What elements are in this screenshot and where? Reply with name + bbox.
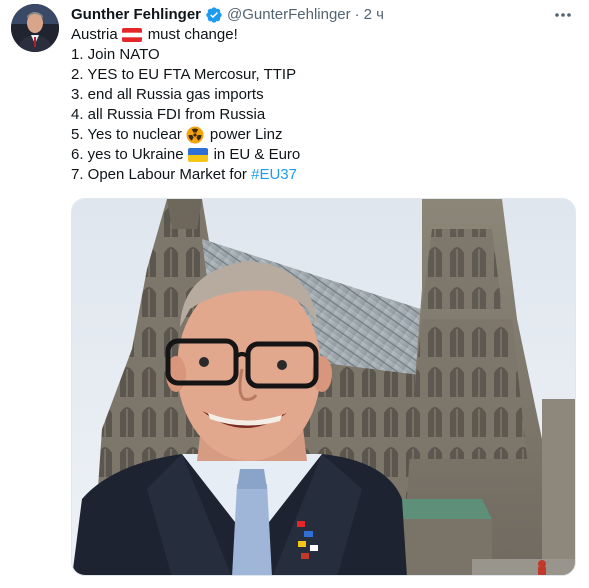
timestamp[interactable]: 2 ч (364, 5, 384, 25)
hashtag-link[interactable]: #EU37 (251, 165, 297, 185)
tweet-text: Austria must change! 1. Join NATO 2. YES… (71, 25, 571, 185)
tweet-item-7: 7. Open Labour Market for #EU37 (71, 165, 571, 185)
tweet-item-5: 5. Yes to nuclear power Linz (71, 125, 571, 145)
tweet-item-6: 6. yes to Ukraine in EU & Euro (71, 145, 571, 165)
separator-dot: · (354, 6, 360, 23)
tweet-header: Gunther Fehlinger @GunterFehlinger · 2 ч (71, 5, 577, 25)
tweet-item: 3. end all Russia gas imports (71, 86, 264, 103)
avatar[interactable] (11, 4, 59, 52)
tweet-item: 1. Join NATO (71, 46, 160, 63)
tweet-item-6-text: 6. yes to Ukraine (71, 146, 184, 163)
austria-flag-icon (121, 28, 142, 42)
tweet-item: 4. all Russia FDI from Russia (71, 106, 266, 123)
author-handle[interactable]: @GunterFehlinger (227, 5, 351, 25)
selfie-cathedral-image (72, 199, 575, 575)
tweet-item-5-end: power Linz (209, 126, 283, 143)
tweet-item-6-end: in EU & Euro (213, 146, 301, 163)
verified-badge-icon (205, 6, 223, 24)
tweet-text-austria: Austria (71, 26, 118, 43)
tweet-text-must-change: must change! (147, 26, 238, 43)
more-options-icon[interactable] (551, 6, 575, 24)
ukraine-flag-icon (187, 148, 208, 162)
tweet-item: 2. YES to EU FTA Mercosur, TTIP (71, 66, 297, 83)
display-name[interactable]: Gunther Fehlinger (71, 5, 201, 25)
tweet-line-1: Austria must change! (71, 25, 571, 45)
tweet-item-7-text: 7. Open Labour Market for (71, 166, 247, 183)
radioactive-icon (186, 126, 204, 144)
tweet-item-5-text: 5. Yes to nuclear (71, 126, 182, 143)
tweet[interactable]: Gunther Fehlinger @GunterFehlinger · 2 ч… (0, 0, 589, 588)
tweet-photo[interactable] (71, 198, 576, 576)
